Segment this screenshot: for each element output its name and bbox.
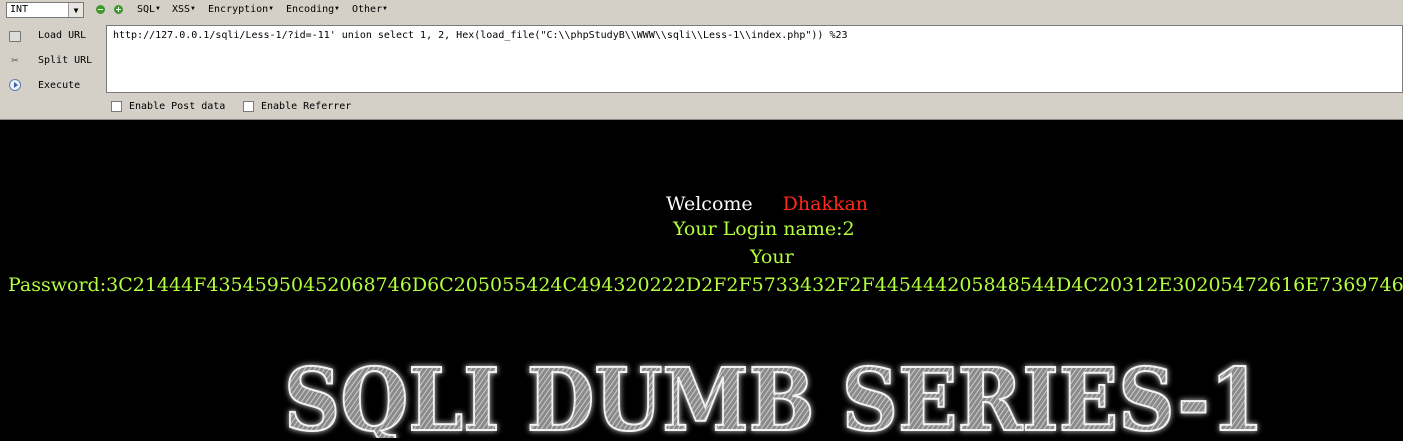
menu-xss-label: XSS — [172, 4, 191, 15]
checkbox-box[interactable] — [111, 101, 122, 112]
menu-encryption[interactable]: Encryption▼ — [208, 4, 273, 15]
caret-down-icon: ▼ — [269, 5, 273, 12]
decrease-icon[interactable] — [96, 5, 105, 14]
load-url-icon — [9, 31, 21, 42]
hackbar-toolbar: INT ▼ SQL▼ XSS▼ Encryption▼ Encoding▼ Ot… — [0, 0, 1403, 120]
menu-encryption-label: Encryption — [208, 4, 269, 15]
load-url-label: Load URL — [38, 30, 87, 41]
menu-encoding-label: Encoding — [286, 4, 335, 15]
caret-down-icon: ▼ — [191, 5, 195, 12]
menu-sql-label: SQL — [137, 4, 156, 15]
caret-down-icon: ▼ — [335, 5, 339, 12]
welcome-line: Welcome Dhakkan — [666, 193, 868, 215]
caret-down-icon: ▼ — [383, 5, 387, 12]
enable-referrer-label: Enable Referrer — [261, 101, 352, 112]
load-url-button[interactable]: Load URL — [0, 26, 104, 46]
banner-text: SQLI DUMB SERIES-1 — [284, 350, 1264, 438]
menu-encoding[interactable]: Encoding▼ — [286, 4, 339, 15]
scissors-icon: ✂ — [11, 53, 19, 67]
type-select[interactable]: INT ▼ — [6, 2, 84, 18]
menu-sql[interactable]: SQL▼ — [137, 4, 160, 15]
menu-xss[interactable]: XSS▼ — [172, 4, 195, 15]
increase-icon[interactable] — [114, 5, 123, 14]
play-icon — [9, 79, 21, 91]
user-name: Dhakkan — [782, 193, 869, 215]
your-label: Your — [750, 246, 794, 268]
password-line: Password:3C21444F43545950452068746D6C205… — [8, 274, 1403, 296]
checkbox-box[interactable] — [243, 101, 254, 112]
sqli-dumb-series-banner: SQLI DUMB SERIES-1 — [283, 349, 1265, 438]
login-name-line: Your Login name:2 — [673, 218, 855, 240]
execute-label: Execute — [38, 80, 81, 91]
menu-other[interactable]: Other▼ — [352, 4, 387, 15]
enable-post-label: Enable Post data — [129, 101, 226, 112]
type-select-value: INT — [10, 4, 29, 15]
welcome-text: Welcome — [666, 193, 753, 215]
execute-button[interactable]: Execute — [0, 76, 104, 96]
caret-down-icon: ▼ — [156, 5, 160, 12]
url-textarea[interactable]: http://127.0.0.1/sqli/Less-1/?id=-11' un… — [106, 25, 1403, 93]
menu-other-label: Other — [352, 4, 383, 15]
split-url-button[interactable]: ✂ Split URL — [0, 51, 104, 71]
split-url-label: Split URL — [38, 55, 93, 66]
chevron-down-icon[interactable]: ▼ — [68, 3, 83, 17]
page-content: Welcome Dhakkan Your Login name:2 Your Pa… — [0, 120, 1403, 441]
